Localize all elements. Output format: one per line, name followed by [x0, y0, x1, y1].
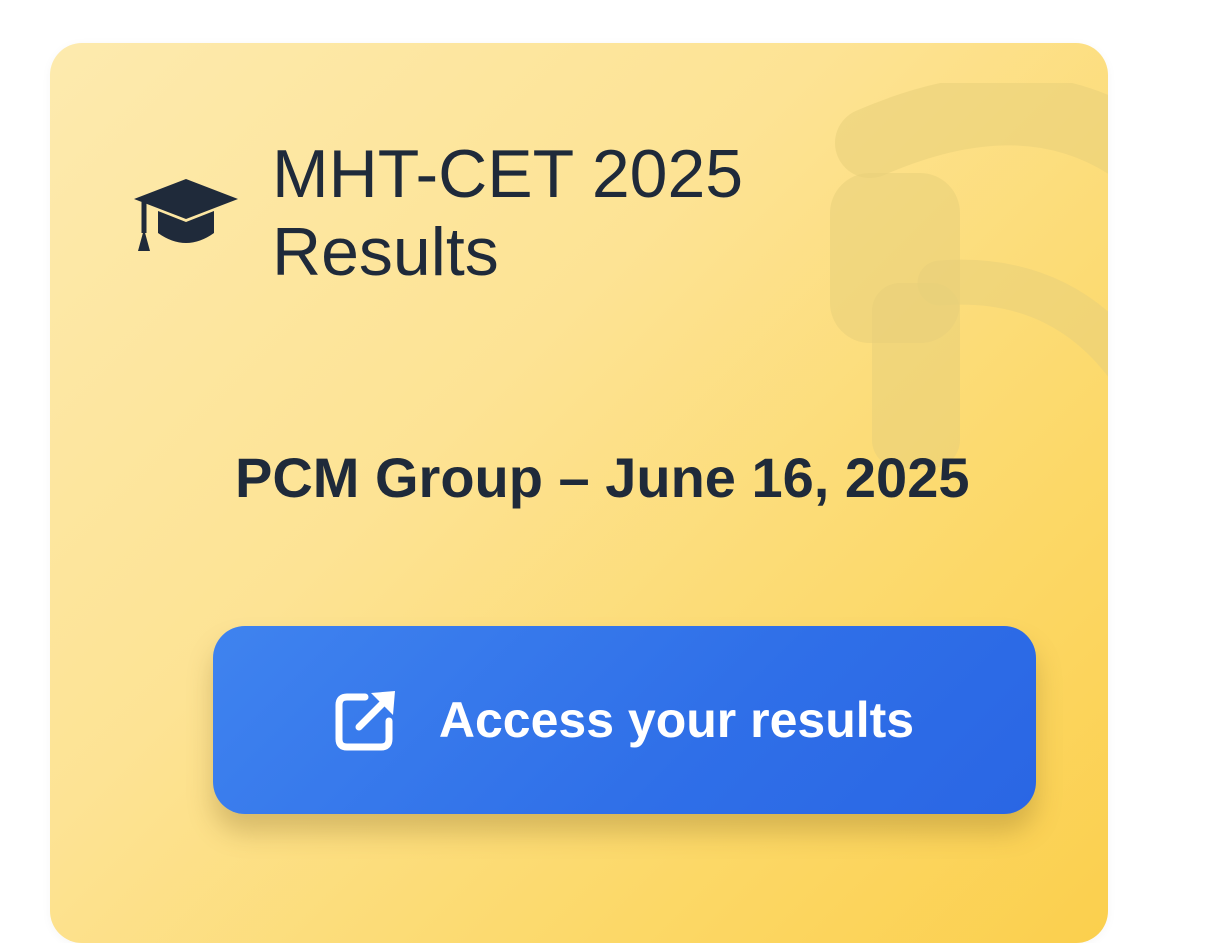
page-title: MHT-CET 2025 Results: [272, 136, 744, 291]
exam-group-date: PCM Group – June 16, 2025: [235, 446, 970, 509]
graduation-cap-icon: [134, 179, 238, 252]
access-results-button[interactable]: Access your results: [213, 626, 1036, 814]
result-card: MHT-CET 2025 Results PCM Group – June 16…: [50, 43, 1108, 943]
access-results-label: Access your results: [438, 692, 915, 748]
title-row: MHT-CET 2025 Results: [132, 135, 892, 291]
external-link-icon: [335, 691, 395, 751]
